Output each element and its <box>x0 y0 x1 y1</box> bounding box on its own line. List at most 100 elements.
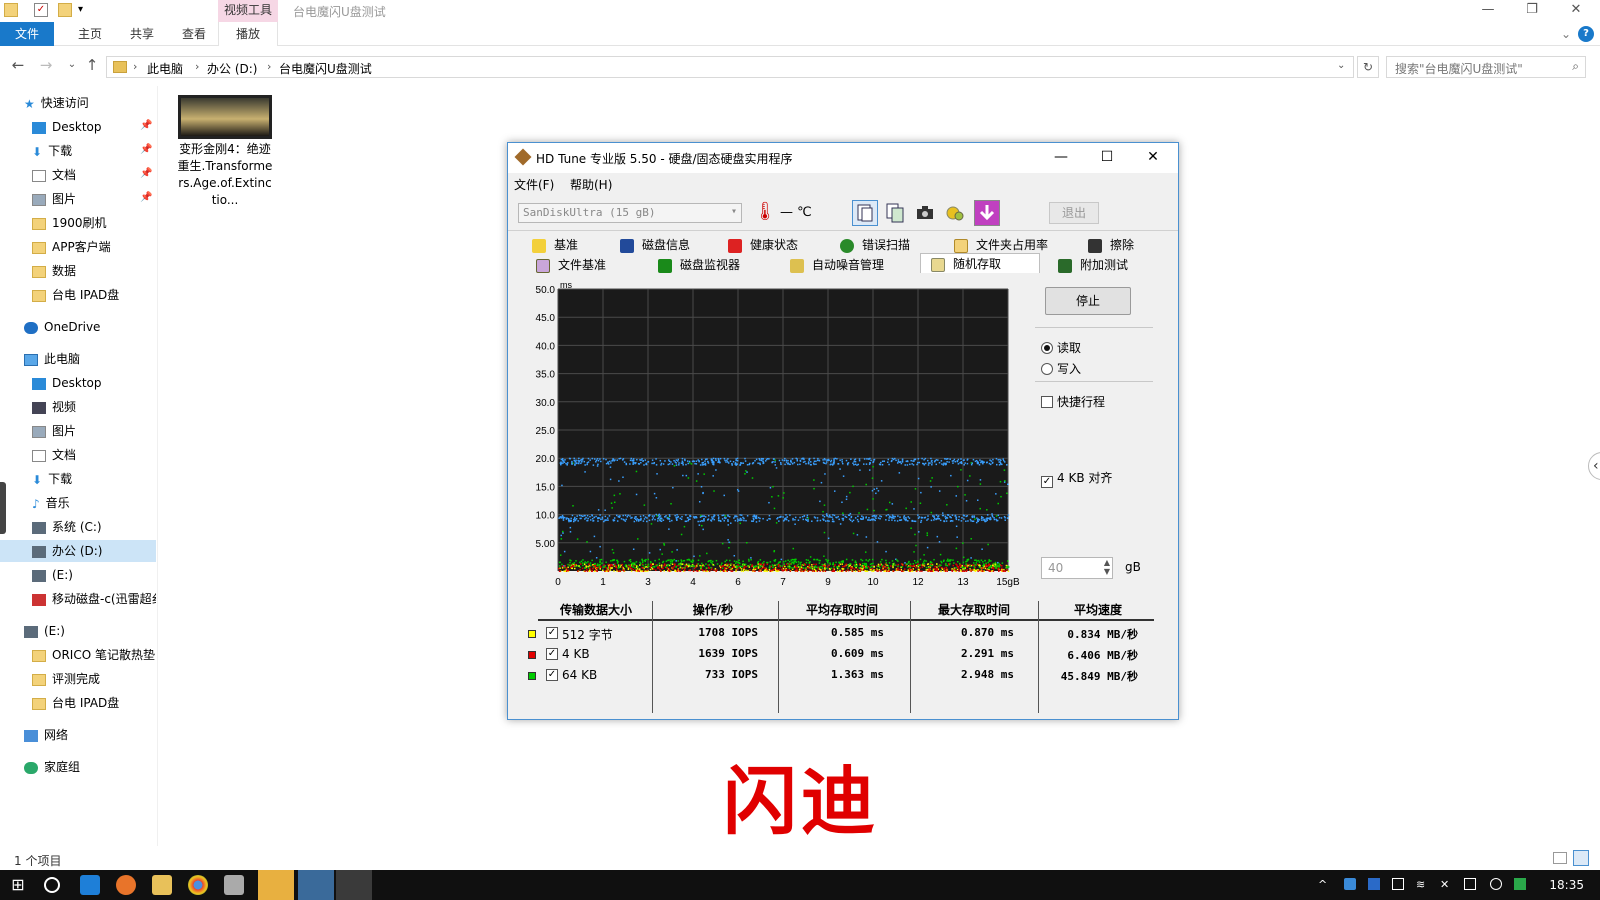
nav-removable-disk[interactable]: 移动磁盘-c(迅雷超纟 <box>32 588 156 610</box>
nav-pc-downloads[interactable]: ⬇ 下载 <box>32 468 72 490</box>
nav-network[interactable]: 网络 <box>24 724 68 746</box>
nav-e-folder[interactable]: 评测完成 <box>32 668 100 690</box>
copy-all-icon[interactable] <box>882 200 908 226</box>
short-stroke-checkbox[interactable]: 快捷行程 <box>1041 393 1105 410</box>
drive-select[interactable]: SanDiskUltra (15 gB) ▾ <box>518 203 742 223</box>
hdtune-maximize-button[interactable]: ☐ <box>1084 143 1130 173</box>
nav-pc-documents[interactable]: 文档 <box>32 444 76 466</box>
exit-button[interactable]: 退出 <box>1049 202 1099 224</box>
security-shield-icon[interactable] <box>1368 878 1380 890</box>
pin-icon[interactable]: 📌 <box>140 120 152 131</box>
search-icon[interactable]: ⌕ <box>1572 59 1579 74</box>
app-active-icon[interactable] <box>298 870 334 900</box>
maximize-button[interactable]: ❐ <box>1510 0 1554 22</box>
show-hidden-icons-icon[interactable]: ^ <box>1318 878 1330 891</box>
app-icon[interactable] <box>224 875 244 895</box>
file-explorer-icon[interactable] <box>152 875 172 895</box>
nav-pc-videos[interactable]: 视频 <box>32 396 76 418</box>
nav-pc-music[interactable]: ♪ 音乐 <box>32 492 70 514</box>
tab-extra-tests[interactable]: 附加测试 <box>1058 255 1128 275</box>
row-checkbox[interactable]: ✓ <box>546 648 558 660</box>
tab-file[interactable]: 文件 <box>0 22 54 46</box>
hdtune-minimize-button[interactable]: — <box>1038 143 1084 173</box>
row-checkbox[interactable]: ✓ <box>546 627 558 639</box>
address-input[interactable]: › 此电脑 › 办公 (D:) › 台电魔闪U盘测试 ⌄ <box>106 56 1354 78</box>
search-input[interactable]: 搜索"台电魔闪U盘测试" ⌕ <box>1386 56 1586 78</box>
properties-icon[interactable]: ✓ <box>34 3 48 17</box>
breadcrumb-separator-icon[interactable]: › <box>195 60 199 73</box>
recent-locations-icon[interactable]: ⌄ <box>62 56 82 76</box>
breadcrumb-separator-icon[interactable]: › <box>267 60 271 73</box>
nav-onedrive[interactable]: OneDrive <box>24 316 100 338</box>
up-arrow-icon[interactable]: ↑ <box>82 56 102 76</box>
tray-app-icon[interactable] <box>1344 878 1356 890</box>
nav-pc-pictures[interactable]: 图片 <box>32 420 76 442</box>
back-arrow-icon[interactable]: ← <box>8 56 28 76</box>
nav-drive-c[interactable]: 系统 (C:) <box>32 516 102 538</box>
notifications-icon[interactable] <box>1464 878 1476 890</box>
save-download-icon[interactable] <box>974 200 1000 226</box>
search-cortana-icon[interactable] <box>44 877 60 893</box>
tab-view[interactable]: 查看 <box>168 22 220 46</box>
tab-erase[interactable]: 擦除 <box>1088 235 1134 255</box>
menu-help[interactable]: 帮助(H) <box>570 176 612 193</box>
volume-muted-icon[interactable]: ✕ <box>1440 878 1452 891</box>
tab-random-access[interactable]: 随机存取 <box>920 253 1040 273</box>
hdtune-close-button[interactable]: ✕ <box>1130 143 1176 173</box>
breadcrumb-separator-icon[interactable]: › <box>133 60 137 73</box>
app-active-icon[interactable] <box>258 870 294 900</box>
nav-homegroup[interactable]: 家庭组 <box>24 756 80 778</box>
tab-play[interactable]: 播放 <box>218 22 278 46</box>
details-view-icon[interactable] <box>1553 852 1567 864</box>
nav-e-drive[interactable]: (E:) <box>24 620 65 642</box>
nav-quick-folder[interactable]: 1900刷机 <box>32 212 107 234</box>
nav-quick-folder[interactable]: APP客户端 <box>32 236 111 258</box>
tray-close-icon[interactable] <box>1490 878 1502 890</box>
write-radio[interactable]: 写入 <box>1041 360 1081 377</box>
edge-browser-icon[interactable] <box>80 875 100 895</box>
tab-home[interactable]: 主页 <box>64 22 116 46</box>
customize-quick-access-icon[interactable]: ▾ <box>78 3 92 17</box>
copy-info-icon[interactable] <box>852 200 878 226</box>
tab-folder-usage[interactable]: 文件夹占用率 <box>954 235 1048 255</box>
nav-quick-folder[interactable]: 数据 <box>32 260 76 282</box>
hdtune-taskbar-icon[interactable] <box>336 870 372 900</box>
side-handle[interactable] <box>0 482 6 534</box>
ribbon-expand-icon[interactable]: ⌄ <box>1556 22 1576 46</box>
nav-quick-desktop[interactable]: Desktop <box>32 116 102 138</box>
breadcrumb-drive-d[interactable]: 办公 (D:) <box>207 60 257 77</box>
row-checkbox[interactable]: ✓ <box>546 669 558 681</box>
nav-drive-e[interactable]: (E:) <box>32 564 73 586</box>
file-name[interactable]: 变形金刚4：绝迹重生.Transformers.Age.of.Extinctio… <box>176 141 274 209</box>
wifi-icon[interactable]: ≋ <box>1416 878 1428 891</box>
nav-e-folder[interactable]: 台电 IPAD盘 <box>32 692 119 714</box>
video-thumbnail[interactable] <box>178 95 272 139</box>
camera-icon[interactable] <box>912 200 938 226</box>
nav-this-pc[interactable]: 此电脑 <box>24 348 80 370</box>
forward-arrow-icon[interactable]: → <box>36 56 56 76</box>
nav-quick-folder[interactable]: 台电 IPAD盘 <box>32 284 119 306</box>
align-4kb-checkbox[interactable]: ✓ 4 KB 对齐 <box>1041 469 1112 488</box>
stop-button[interactable]: 停止 <box>1045 287 1131 315</box>
options-icon[interactable] <box>942 200 968 226</box>
close-button[interactable]: ✕ <box>1554 0 1598 22</box>
tab-share[interactable]: 共享 <box>116 22 168 46</box>
battery-icon[interactable] <box>1392 878 1404 890</box>
read-radio[interactable]: 读取 <box>1041 339 1081 356</box>
tab-disk-monitor[interactable]: 磁盘监视器 <box>658 255 740 275</box>
nav-drive-d[interactable]: 办公 (D:) <box>0 540 156 562</box>
spinner-arrows-icon[interactable]: ▲ ▼ <box>1104 558 1110 576</box>
tab-noise-management[interactable]: 自动噪音管理 <box>790 255 884 275</box>
tab-health[interactable]: 健康状态 <box>728 235 798 255</box>
chrome-icon[interactable] <box>188 875 208 895</box>
large-icons-view-icon[interactable] <box>1573 850 1589 866</box>
new-folder-icon[interactable] <box>58 3 72 17</box>
tab-file-benchmark[interactable]: 文件基准 <box>536 255 606 275</box>
breadcrumb-this-pc[interactable]: 此电脑 <box>147 60 183 77</box>
nav-quick-pictures[interactable]: 图片 <box>32 188 76 210</box>
address-dropdown-icon[interactable]: ⌄ <box>1337 60 1345 71</box>
help-icon[interactable]: ? <box>1578 26 1594 42</box>
nav-pc-desktop[interactable]: Desktop <box>32 372 102 394</box>
tab-disk-info[interactable]: 磁盘信息 <box>620 235 690 255</box>
refresh-icon[interactable]: ↻ <box>1357 56 1379 78</box>
